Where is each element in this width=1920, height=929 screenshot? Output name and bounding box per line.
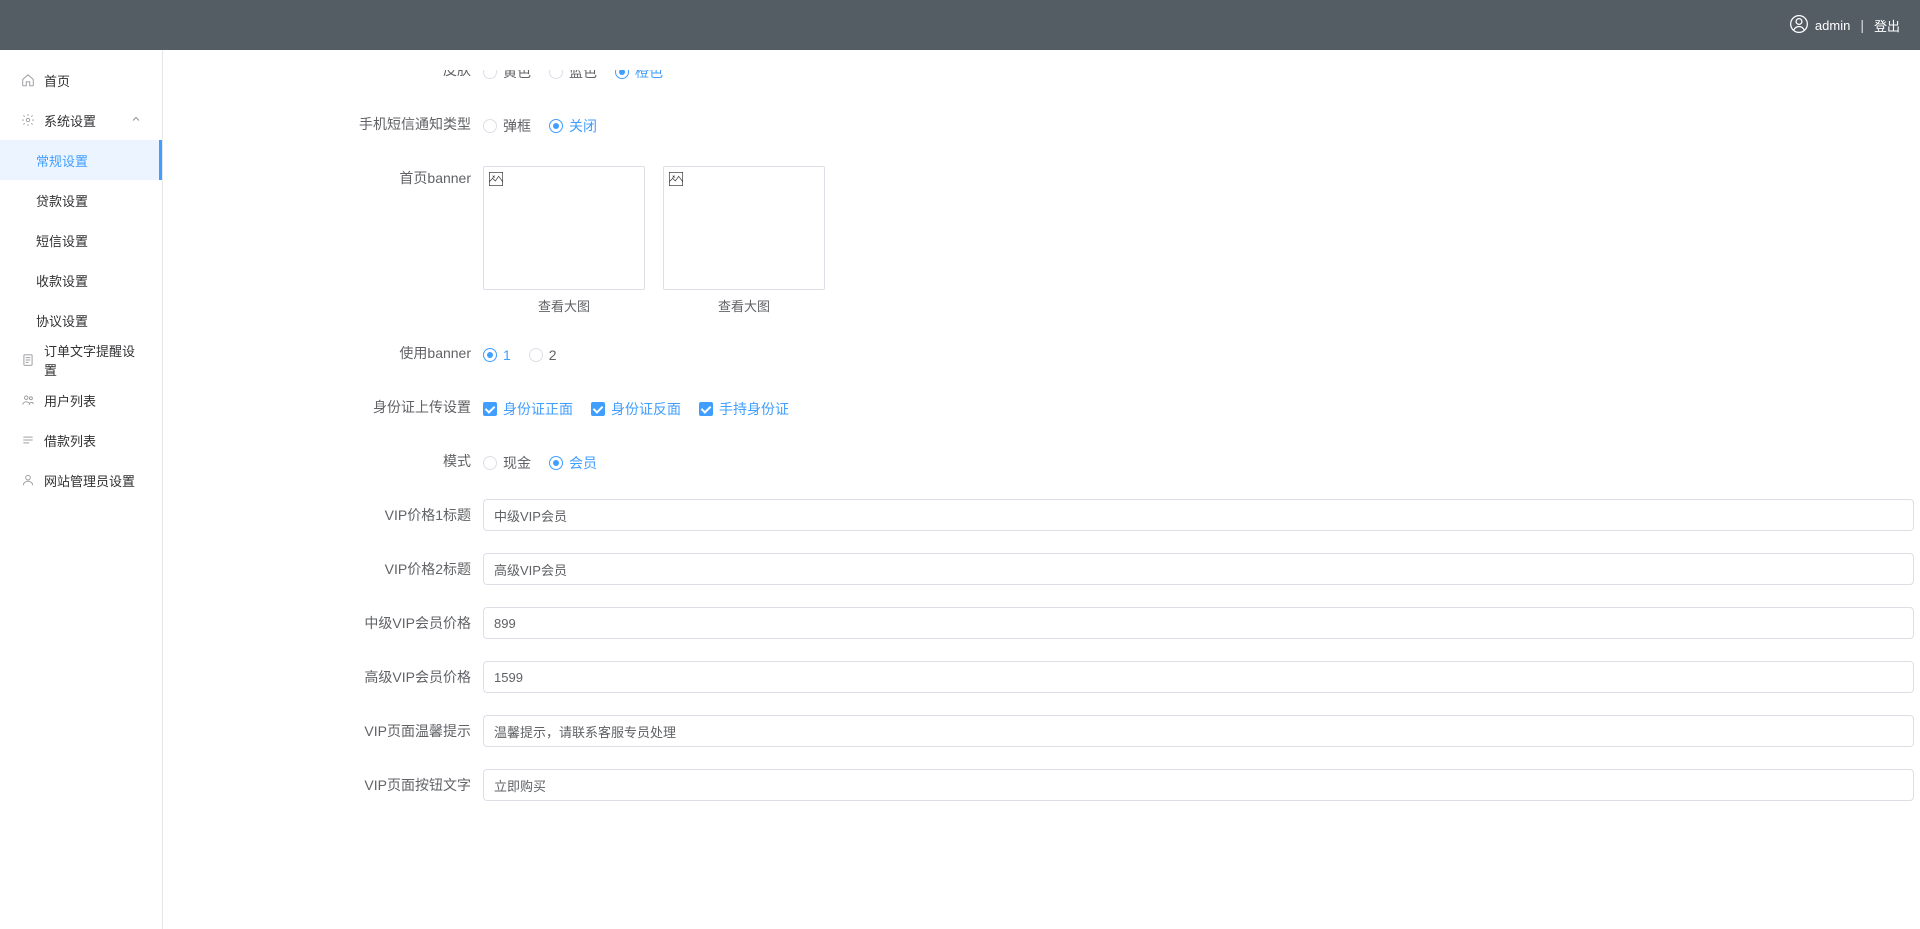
use-banner-label: 使用banner xyxy=(183,337,483,369)
row-banner: 首页banner 查看大图 查看大图 xyxy=(183,162,1914,315)
skin-opt-blue[interactable]: 蓝色 xyxy=(549,70,597,82)
list-icon xyxy=(20,432,36,448)
nav-order-text[interactable]: 订单文字提醒设置 xyxy=(0,340,162,380)
vip-tip-input[interactable] xyxy=(483,715,1914,747)
banner-label: 首页banner xyxy=(183,162,483,194)
use-banner-1[interactable]: 1 xyxy=(483,347,511,363)
banner-1[interactable]: 查看大图 xyxy=(483,166,645,315)
row-vip2-title: VIP价格2标题 xyxy=(183,553,1914,585)
users-icon xyxy=(20,392,36,408)
vip-btn-label: VIP页面按钮文字 xyxy=(183,769,483,801)
nav-admins[interactable]: 网站管理员设置 xyxy=(0,460,162,500)
user-menu[interactable]: admin xyxy=(1789,14,1850,37)
vip2-title-input[interactable] xyxy=(483,553,1914,585)
row-vip-tip: VIP页面温馨提示 xyxy=(183,715,1914,747)
id-hand-check[interactable]: 手持身份证 xyxy=(699,399,789,419)
top-header: admin | 登出 xyxy=(0,0,1920,50)
vip-tip-label: VIP页面温馨提示 xyxy=(183,715,483,747)
mid-vip-price-label: 中级VIP会员价格 xyxy=(183,607,483,639)
id-front-check[interactable]: 身份证正面 xyxy=(483,399,573,419)
id-back-check[interactable]: 身份证反面 xyxy=(591,399,681,419)
nav-users[interactable]: 用户列表 xyxy=(0,380,162,420)
username: admin xyxy=(1815,18,1850,33)
use-banner-2[interactable]: 2 xyxy=(529,347,557,363)
nav-system-payment[interactable]: 收款设置 xyxy=(0,260,162,300)
header-separator: | xyxy=(1860,17,1864,33)
banner-2[interactable]: 查看大图 xyxy=(663,166,825,315)
row-sms-type: 手机短信通知类型 弹框 关闭 xyxy=(183,108,1914,140)
vip1-title-label: VIP价格1标题 xyxy=(183,499,483,531)
nav-system-loan[interactable]: 贷款设置 xyxy=(0,180,162,220)
chevron-up-icon xyxy=(130,113,142,128)
high-vip-price-label: 高级VIP会员价格 xyxy=(183,661,483,693)
nav-loans[interactable]: 借款列表 xyxy=(0,420,162,460)
broken-image-icon xyxy=(488,171,504,187)
banner-1-caption[interactable]: 查看大图 xyxy=(483,296,645,315)
document-icon xyxy=(20,352,36,368)
row-skin: 皮肤 黄色 蓝色 橙色 xyxy=(183,70,1914,86)
broken-image-icon xyxy=(668,171,684,187)
row-use-banner: 使用banner 1 2 xyxy=(183,337,1914,369)
home-icon xyxy=(20,72,36,88)
id-upload-label: 身份证上传设置 xyxy=(183,391,483,423)
vip1-title-input[interactable] xyxy=(483,499,1914,531)
row-mode: 模式 现金 会员 xyxy=(183,445,1914,477)
banner-2-caption[interactable]: 查看大图 xyxy=(663,296,825,315)
nav-system-agreement[interactable]: 协议设置 xyxy=(0,300,162,340)
row-vip1-title: VIP价格1标题 xyxy=(183,499,1914,531)
nav-system-general[interactable]: 常规设置 xyxy=(0,140,162,180)
nav-home[interactable]: 首页 xyxy=(0,60,162,100)
row-mid-vip-price: 中级VIP会员价格 xyxy=(183,607,1914,639)
nav-system[interactable]: 系统设置 xyxy=(0,100,162,140)
row-high-vip-price: 高级VIP会员价格 xyxy=(183,661,1914,693)
row-vip-btn: VIP页面按钮文字 xyxy=(183,769,1914,801)
settings-form: 皮肤 黄色 蓝色 橙色 手机短信通知类型 弹框 关闭 首页banner xyxy=(183,70,1920,909)
user-icon xyxy=(20,472,36,488)
mid-vip-price-input[interactable] xyxy=(483,607,1914,639)
vip2-title-label: VIP价格2标题 xyxy=(183,553,483,585)
sidebar: 首页 系统设置 常规设置 贷款设置 短信设置 收款设置 协议设置 订单文字提醒设… xyxy=(0,50,163,929)
sms-opt-popup[interactable]: 弹框 xyxy=(483,116,531,136)
avatar-icon xyxy=(1789,14,1809,37)
logout-link[interactable]: 登出 xyxy=(1874,16,1900,35)
skin-opt-yellow[interactable]: 黄色 xyxy=(483,70,531,82)
mode-cash[interactable]: 现金 xyxy=(483,453,531,473)
nav-system-sms[interactable]: 短信设置 xyxy=(0,220,162,260)
row-id-upload: 身份证上传设置 身份证正面 身份证反面 手持身份证 xyxy=(183,391,1914,423)
main-content: 皮肤 黄色 蓝色 橙色 手机短信通知类型 弹框 关闭 首页banner xyxy=(163,50,1920,929)
skin-opt-orange[interactable]: 橙色 xyxy=(615,70,663,82)
high-vip-price-input[interactable] xyxy=(483,661,1914,693)
gear-icon xyxy=(20,112,36,128)
skin-label: 皮肤 xyxy=(183,70,483,86)
mode-label: 模式 xyxy=(183,445,483,477)
mode-member[interactable]: 会员 xyxy=(549,453,597,473)
sms-opt-off[interactable]: 关闭 xyxy=(549,116,597,136)
vip-btn-input[interactable] xyxy=(483,769,1914,801)
sms-type-label: 手机短信通知类型 xyxy=(183,108,483,140)
